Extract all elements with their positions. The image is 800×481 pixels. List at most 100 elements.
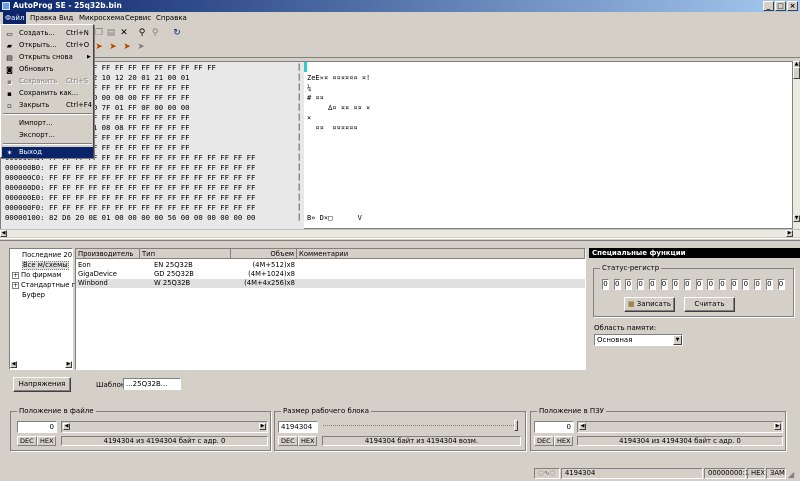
rom-slider-right-icon[interactable]: ▶: [774, 423, 781, 430]
status-bit[interactable]: 0: [613, 279, 621, 290]
find-next-icon[interactable]: ⚲: [150, 28, 160, 38]
menu-file[interactable]: Файл: [3, 12, 27, 24]
column-header-type[interactable]: Тип: [140, 249, 231, 259]
file-menu-item[interactable]: ▰ Открыть... Ctrl+O: [2, 40, 93, 51]
tree-item[interactable]: + Стандартные г: [12, 281, 75, 290]
file-menu-item[interactable]: ▪ Сохранить как...: [2, 88, 93, 99]
column-header-size[interactable]: Объем: [231, 249, 297, 259]
table-row[interactable]: Winbond W 25Q32B (4M+4x256)x8: [76, 279, 585, 288]
status-bit[interactable]: 0: [683, 279, 691, 290]
file-position-slider[interactable]: ◀ ▶: [61, 421, 268, 433]
block-dec-button[interactable]: DEC: [278, 436, 298, 446]
resize-grip-icon[interactable]: ◢: [788, 470, 798, 480]
minimize-button[interactable]: _: [763, 1, 774, 11]
scroll-thumb[interactable]: [793, 67, 800, 79]
delete-icon[interactable]: ✕: [119, 28, 129, 38]
hex-editor[interactable]: FF FF FF FF FF FF FF FF FF FF FF FF FF F…: [0, 61, 793, 230]
status-bit[interactable]: 0: [648, 279, 656, 290]
status-bit[interactable]: 0: [660, 279, 668, 290]
close-button[interactable]: ×: [787, 1, 798, 11]
table-row[interactable]: GigaDevice GD 25Q32B (4M+1024)x8: [76, 270, 585, 279]
file-dec-button[interactable]: DEC: [17, 436, 37, 446]
chip-category-tree[interactable]: Последние 20 Все м/схемы + По фирмам + Станда…: [9, 248, 75, 370]
tree-scroll-left-icon[interactable]: ◀: [10, 361, 17, 368]
rom-position-slider[interactable]: ◀ ▶: [577, 421, 783, 433]
block-size-track: [323, 425, 518, 428]
status-bit[interactable]: 0: [730, 279, 738, 290]
read-chip-icon[interactable]: ➤: [94, 42, 104, 52]
menu-help[interactable]: Справка: [154, 12, 189, 24]
paste-icon[interactable]: ▤: [106, 28, 116, 38]
scroll-down-icon[interactable]: ▼: [793, 215, 800, 222]
rom-hex-button[interactable]: HEX: [554, 436, 574, 446]
erase-chip-icon[interactable]: ➤: [136, 42, 146, 52]
file-menu-item[interactable]: ◙ Обновить: [2, 64, 93, 75]
file-slider-left-icon[interactable]: ◀: [63, 423, 70, 430]
memory-area-select[interactable]: Основная ▼: [594, 334, 683, 346]
status-bit[interactable]: 0: [719, 279, 726, 290]
scroll-right-icon[interactable]: ▶: [786, 230, 793, 237]
menu-chip[interactable]: Микросхема: [77, 12, 126, 24]
status-bit[interactable]: 0: [765, 279, 773, 290]
read-status-button[interactable]: Считать: [684, 297, 735, 312]
chevron-down-icon[interactable]: ▼: [673, 335, 682, 345]
tree-item[interactable]: Все м/схемы: [22, 261, 69, 270]
block-size-input[interactable]: 4194304: [278, 421, 318, 433]
voltages-button[interactable]: Напряжения: [13, 377, 71, 392]
file-menu-item[interactable]: ▭ Создать... Ctrl+N: [2, 28, 93, 39]
panel-splitter[interactable]: [0, 238, 800, 241]
menu-service[interactable]: Сервис: [123, 12, 153, 24]
status-bit[interactable]: 0: [602, 279, 609, 290]
expand-icon[interactable]: +: [12, 281, 19, 289]
menu-edit[interactable]: Правка: [28, 12, 59, 24]
scroll-left-icon[interactable]: ◀: [0, 230, 7, 237]
block-hex-button[interactable]: HEX: [298, 436, 318, 446]
file-menu-item-label: Экспорт...: [19, 131, 55, 139]
status-bit[interactable]: 0: [707, 279, 715, 290]
new-file-icon: ▭: [6, 30, 13, 38]
file-menu-item[interactable]: ▤ Открыть снова ▶: [2, 52, 93, 63]
status-bit[interactable]: 0: [777, 279, 785, 290]
connection-icon: ◌∿◌: [534, 468, 560, 479]
verify-chip-icon[interactable]: ➤: [122, 42, 132, 52]
column-header-maker[interactable]: Производитель: [76, 249, 140, 259]
table-row[interactable]: Eon EN 25Q32B (4M+512)x8: [76, 261, 585, 270]
status-bit[interactable]: 0: [625, 279, 633, 290]
file-hex-button[interactable]: HEX: [37, 436, 57, 446]
template-input[interactable]: ...25Q32B...: [123, 378, 181, 390]
horizontal-scrollbar[interactable]: ◀ ▶: [0, 229, 800, 237]
file-menu-item[interactable]: Импорт...: [2, 118, 93, 129]
chip-list[interactable]: Производитель Тип Объем Комментарии Eon E…: [75, 248, 586, 370]
find-icon[interactable]: ⚲: [137, 28, 147, 38]
status-bit[interactable]: 0: [695, 279, 703, 290]
file-menu-item[interactable]: ▫ Закрыть Ctrl+F4: [2, 100, 93, 111]
menu-separator: [3, 113, 92, 115]
maximize-button[interactable]: □: [775, 1, 786, 11]
rom-position-input[interactable]: 0: [534, 421, 574, 433]
file-menu-item[interactable]: ✶ Выход: [2, 147, 93, 158]
copy-icon[interactable]: ❐: [94, 28, 104, 38]
status-bit[interactable]: 0: [672, 279, 680, 290]
column-header-comments[interactable]: Комментарии: [297, 249, 585, 259]
tree-item[interactable]: Последние 20: [22, 251, 72, 260]
status-bit[interactable]: 0: [754, 279, 762, 290]
menu-view[interactable]: Вид: [57, 12, 75, 24]
write-status-button[interactable]: ▦ Записать: [624, 297, 675, 312]
goto-icon[interactable]: ↻: [172, 28, 182, 38]
file-menu-item[interactable]: Экспорт...: [2, 130, 93, 141]
vertical-scrollbar[interactable]: ▲ ▼: [793, 61, 800, 229]
file-position-input[interactable]: 0: [17, 421, 57, 433]
status-bit[interactable]: 0: [742, 279, 750, 290]
write-chip-icon[interactable]: ➤: [108, 42, 118, 52]
status-bit[interactable]: 0: [637, 279, 645, 290]
rom-dec-button[interactable]: DEC: [534, 436, 554, 446]
rom-slider-left-icon[interactable]: ◀: [579, 423, 586, 430]
tree-item[interactable]: + По фирмам: [12, 271, 61, 280]
block-size-thumb[interactable]: [514, 420, 518, 431]
expand-icon[interactable]: +: [12, 271, 19, 279]
refresh-icon: ◙: [6, 66, 13, 74]
tree-scroll-right-icon[interactable]: ▶: [65, 361, 72, 368]
file-menu-item-label: Импорт...: [19, 119, 53, 127]
file-slider-right-icon[interactable]: ▶: [259, 423, 266, 430]
tree-item[interactable]: Буфер: [22, 291, 45, 300]
